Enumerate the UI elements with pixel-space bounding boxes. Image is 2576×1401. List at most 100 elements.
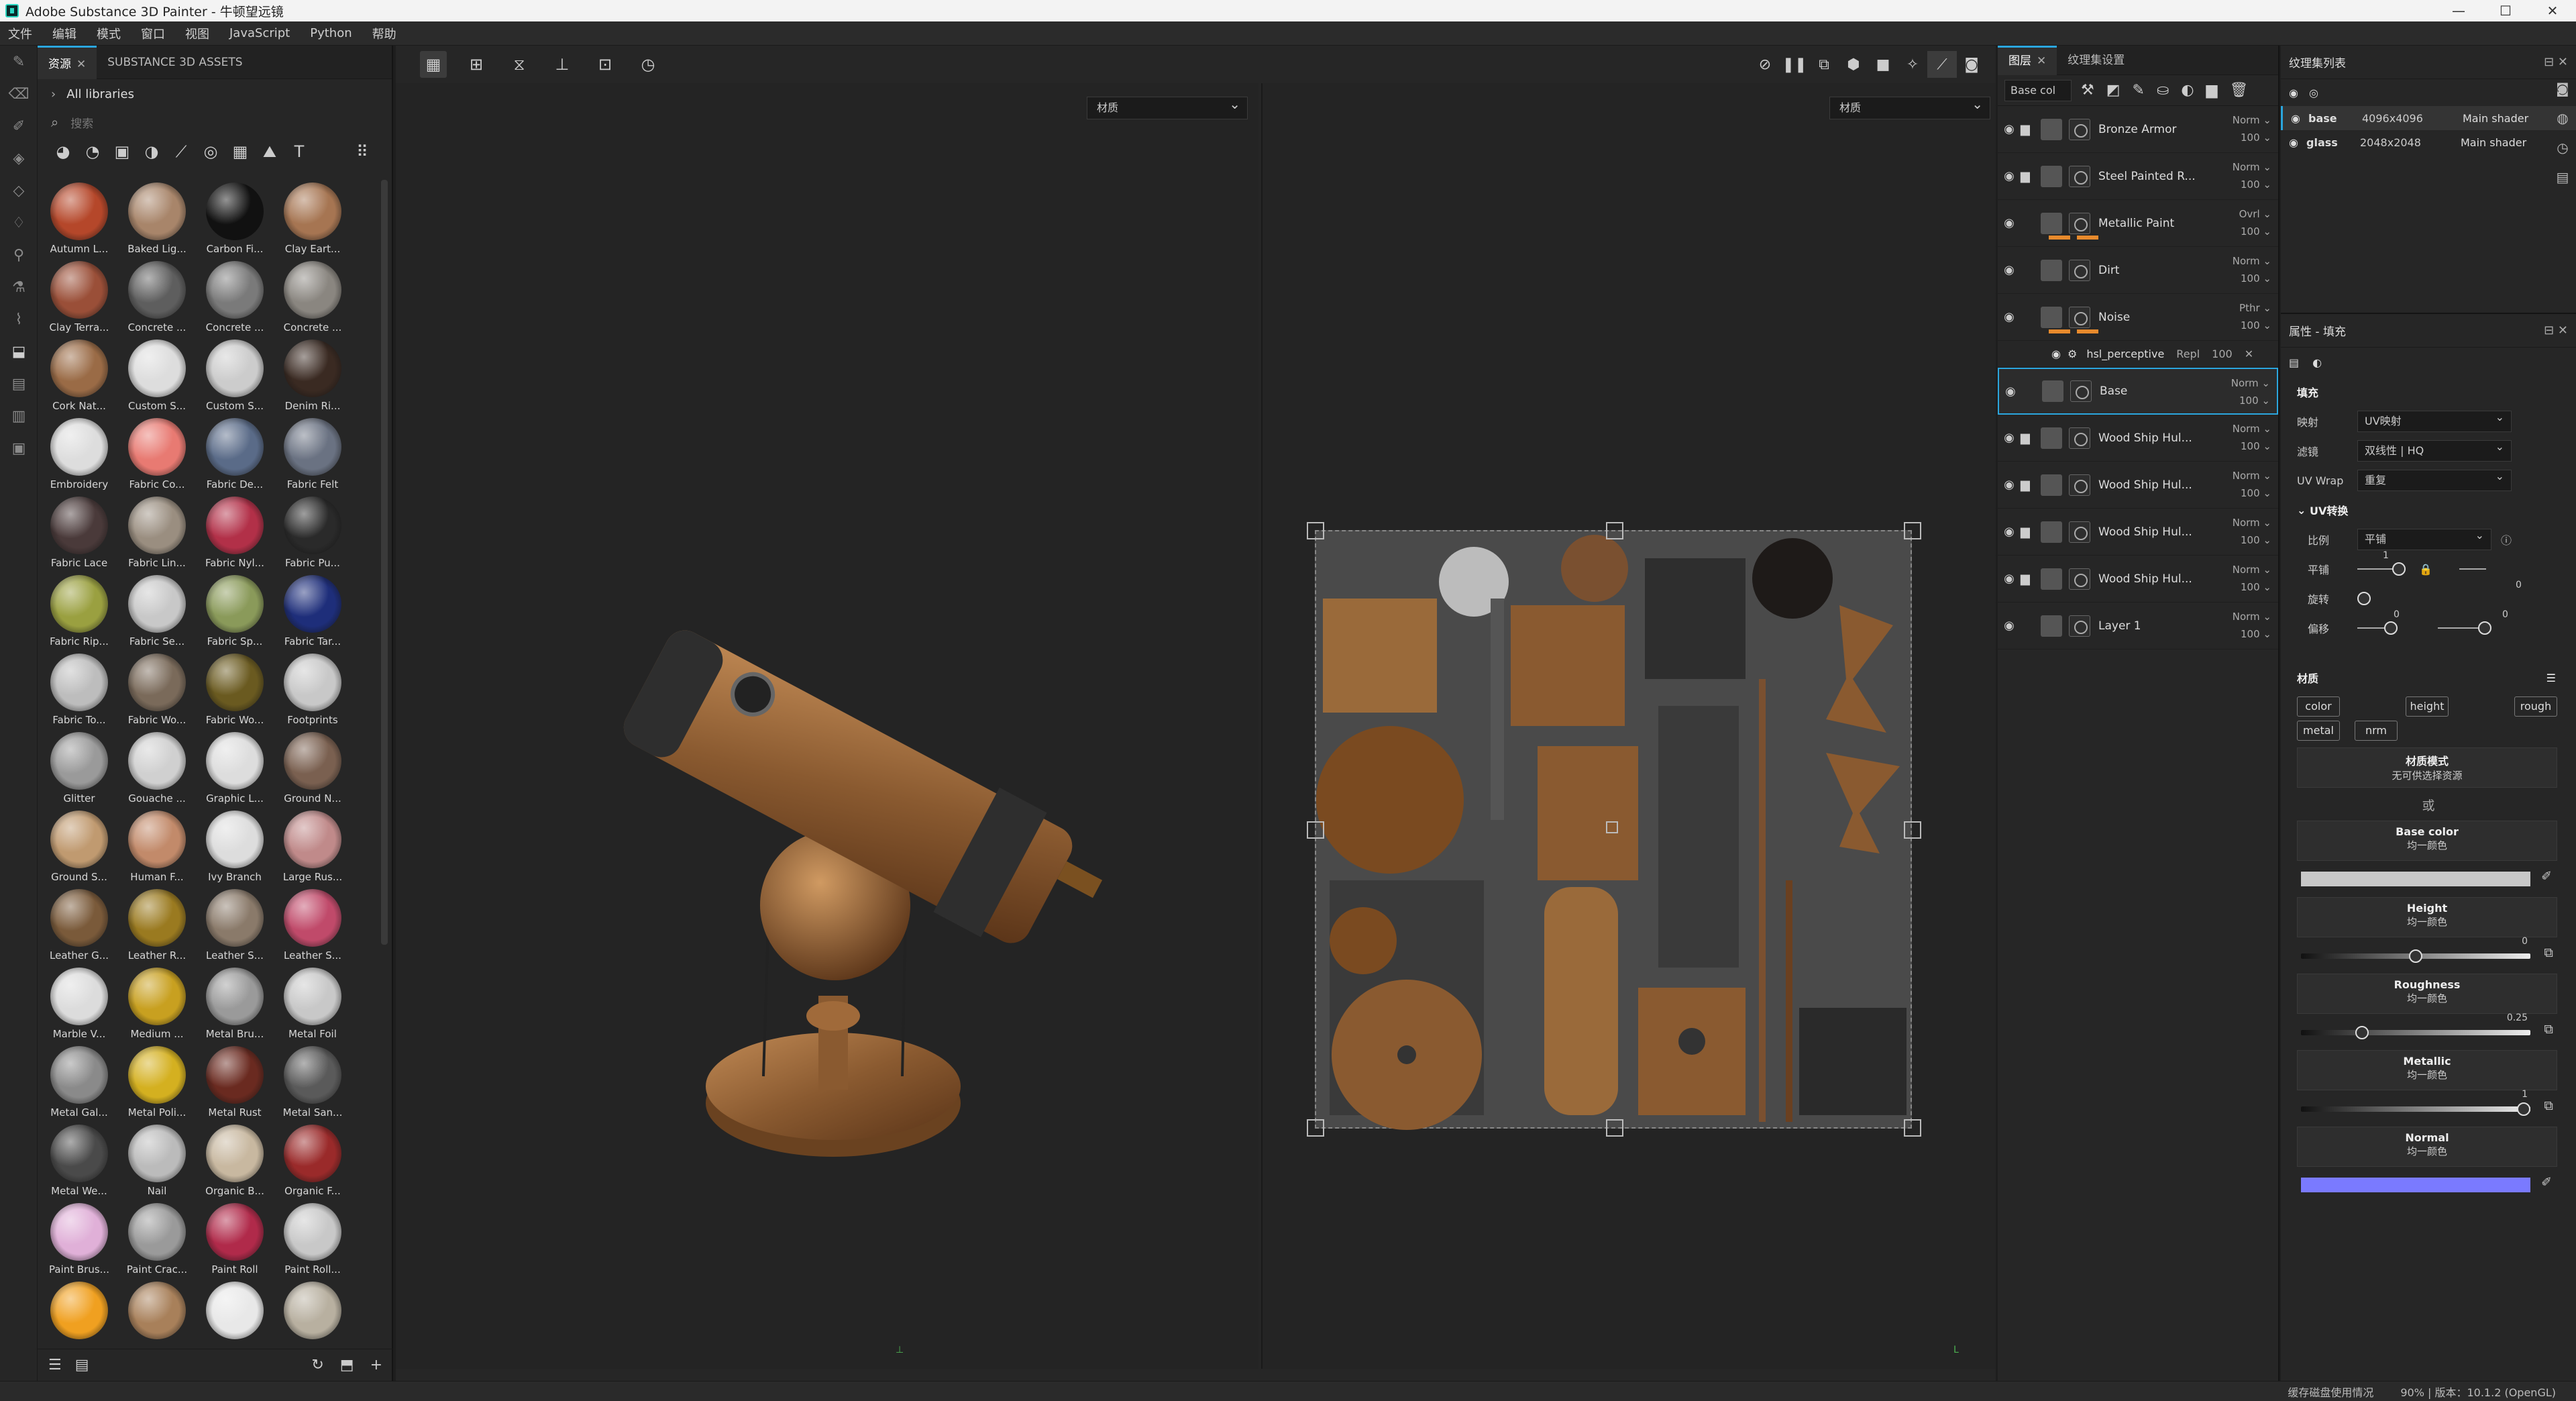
- export-icon[interactable]: ▣: [0, 432, 38, 464]
- chip-nrm[interactable]: nrm: [2355, 721, 2398, 741]
- alphas-filter-icon[interactable]: ◎: [196, 142, 225, 161]
- asset-item[interactable]: Metal Bru...: [200, 965, 270, 1043]
- asset-item[interactable]: Fabric Sp...: [200, 572, 270, 651]
- layer-row[interactable]: ◉ ▆ Wood Ship Hul... Norm ⌄ 100 ⌄: [1998, 415, 2278, 462]
- asset-item[interactable]: Cork Nat...: [44, 337, 114, 415]
- base-color-box[interactable]: Base color 均一颜色: [2297, 821, 2557, 861]
- channel-select[interactable]: Base col: [2004, 79, 2072, 101]
- layer-row[interactable]: ◉ Base Norm ⌄ 100 ⌄: [1998, 368, 2278, 415]
- tab-layers[interactable]: 图层 ✕: [1998, 45, 2057, 75]
- layer-name[interactable]: Steel Painted R...: [2098, 170, 2199, 183]
- asset-item[interactable]: Fabric Wo...: [122, 651, 192, 729]
- eye-icon[interactable]: ◉: [1999, 384, 2022, 399]
- cube-icon[interactable]: ⬢: [1839, 51, 1868, 78]
- asset-item[interactable]: Custom S...: [200, 337, 270, 415]
- layer-row[interactable]: ◉ Layer 1 Norm ⌄ 100 ⌄: [1998, 603, 2278, 650]
- offset-knob-x[interactable]: [2384, 621, 2398, 635]
- eye-icon[interactable]: ◉: [1998, 263, 2021, 277]
- transform-handle[interactable]: [1904, 821, 1921, 839]
- view-3d-2d-icon[interactable]: ▦: [420, 51, 447, 78]
- blend-mode-select[interactable]: Norm ⌄: [2231, 374, 2270, 392]
- display-icon[interactable]: ◙: [2556, 81, 2569, 97]
- eye-icon[interactable]: ◉: [1998, 525, 2021, 539]
- asset-item[interactable]: Fabric To...: [44, 651, 114, 729]
- assets-panel-icon[interactable]: ⬓: [0, 335, 38, 368]
- add-icon[interactable]: +: [370, 1357, 382, 1373]
- asset-item[interactable]: Fabric Pu...: [278, 494, 347, 572]
- asset-item[interactable]: Fabric Rip...: [44, 572, 114, 651]
- layer-name[interactable]: Dirt: [2098, 264, 2199, 277]
- opacity-select[interactable]: 100 ⌄: [2233, 270, 2271, 287]
- layer-row[interactable]: ◉ ▆ Wood Ship Hul... Norm ⌄ 100 ⌄: [1998, 462, 2278, 509]
- panel-options-icon[interactable]: ⊟ ✕: [2544, 55, 2568, 69]
- asset-item[interactable]: Organic F...: [278, 1122, 347, 1200]
- eye-icon[interactable]: ◉: [2051, 348, 2061, 360]
- maximize-button[interactable]: ☐: [2482, 0, 2529, 21]
- fill-mask-icon[interactable]: [2069, 427, 2090, 449]
- layer-row[interactable]: ◉ ▆ Bronze Armor Norm ⌄ 100 ⌄: [1998, 106, 2278, 153]
- filter-effect-row[interactable]: ◉ ⚙ hsl_perceptive Repl 100 ✕: [1998, 341, 2278, 368]
- polygon-fill-icon[interactable]: ◇: [0, 174, 38, 207]
- materials-filter-icon[interactable]: ◕: [48, 142, 78, 161]
- layer-name[interactable]: Wood Ship Hul...: [2098, 572, 2199, 586]
- metallic-slider[interactable]: 1 ⧉: [2297, 1089, 2557, 1120]
- opacity-select[interactable]: 100 ⌄: [2233, 437, 2271, 455]
- tab-texture-set-settings[interactable]: 纹理集设置: [2057, 46, 2135, 75]
- smart-materials-filter-icon[interactable]: ◔: [78, 142, 107, 161]
- asset-item[interactable]: Ground S...: [44, 808, 114, 886]
- layer-thumbnail[interactable]: [2041, 474, 2062, 496]
- layer-name[interactable]: Wood Ship Hul...: [2098, 431, 2199, 445]
- link-icon[interactable]: ⧉: [2544, 1022, 2553, 1037]
- asset-item[interactable]: [44, 1279, 114, 1357]
- fill-mask-icon[interactable]: [2069, 212, 2090, 234]
- menu-window[interactable]: 窗口: [141, 25, 165, 42]
- asset-item[interactable]: Paint Crac...: [122, 1200, 192, 1279]
- align-icon[interactable]: ⊥: [549, 51, 576, 78]
- asset-item[interactable]: Autumn L...: [44, 180, 114, 258]
- render-icon[interactable]: ◍: [2557, 110, 2568, 126]
- opacity-select[interactable]: 100 ⌄: [2233, 129, 2271, 146]
- layer-name[interactable]: Wood Ship Hul...: [2098, 525, 2199, 539]
- opacity-select[interactable]: 100 ⌄: [2239, 317, 2271, 334]
- mapping-select[interactable]: UV映射: [2357, 407, 2512, 432]
- transform-handle[interactable]: [1606, 1119, 1623, 1137]
- asset-item[interactable]: Metal San...: [278, 1043, 347, 1122]
- layer-row[interactable]: ◉ ▆ Wood Ship Hul... Norm ⌄ 100 ⌄: [1998, 509, 2278, 556]
- asset-item[interactable]: Human F...: [122, 808, 192, 886]
- fill-mask-icon[interactable]: [2069, 568, 2090, 590]
- asset-item[interactable]: Custom S...: [122, 337, 192, 415]
- projection-tool-icon[interactable]: ✐: [0, 110, 38, 142]
- masks-filter-icon[interactable]: ◑: [137, 142, 166, 161]
- close-icon[interactable]: ✕: [2245, 348, 2253, 360]
- paint-brush-tool-icon[interactable]: ✎: [0, 46, 38, 78]
- asset-item[interactable]: Denim Ri...: [278, 337, 347, 415]
- asset-item[interactable]: Gouache ...: [122, 729, 192, 808]
- asset-item[interactable]: Leather S...: [278, 886, 347, 965]
- asset-item[interactable]: Paint Roll...: [278, 1200, 347, 1279]
- filter-select[interactable]: 双线性 | HQ: [2357, 437, 2512, 462]
- lock-icon[interactable]: 🔒: [2419, 563, 2432, 576]
- uv-transform-section[interactable]: ⌄ UV转换: [2281, 495, 2576, 525]
- symmetry-icon[interactable]: ⧖: [506, 51, 533, 78]
- brushes-filter-icon[interactable]: ⟋: [166, 142, 196, 161]
- roughness-knob[interactable]: [2355, 1026, 2369, 1039]
- smudge-tool-icon[interactable]: ♢: [0, 207, 38, 239]
- metallic-knob[interactable]: [2517, 1102, 2530, 1116]
- menu-edit[interactable]: 编辑: [52, 25, 76, 42]
- layer-row[interactable]: ◉ ▆ Wood Ship Hul... Norm ⌄ 100 ⌄: [1998, 556, 2278, 603]
- blend-mode-select[interactable]: Norm ⌄: [2233, 561, 2271, 578]
- offset-knob-y[interactable]: [2478, 621, 2491, 635]
- metallic-box[interactable]: Metallic 均一颜色: [2297, 1050, 2557, 1090]
- camera-icon[interactable]: ■: [1868, 51, 1898, 78]
- menu-help[interactable]: 帮助: [372, 25, 396, 42]
- offset-slider-x[interactable]: [2357, 627, 2384, 629]
- import-icon[interactable]: ⬒: [340, 1357, 354, 1373]
- add-paint-layer-icon[interactable]: ✎: [2133, 82, 2145, 99]
- asset-item[interactable]: Nail: [122, 1122, 192, 1200]
- asset-item[interactable]: Fabric Lin...: [122, 494, 192, 572]
- asset-item[interactable]: Concrete ...: [122, 258, 192, 337]
- close-icon[interactable]: ✕: [2037, 54, 2046, 68]
- eye-icon[interactable]: ◉: [1998, 310, 2021, 324]
- opacity-select[interactable]: 100 ⌄: [2231, 392, 2270, 409]
- height-slider[interactable]: 0 ⧉: [2297, 936, 2557, 967]
